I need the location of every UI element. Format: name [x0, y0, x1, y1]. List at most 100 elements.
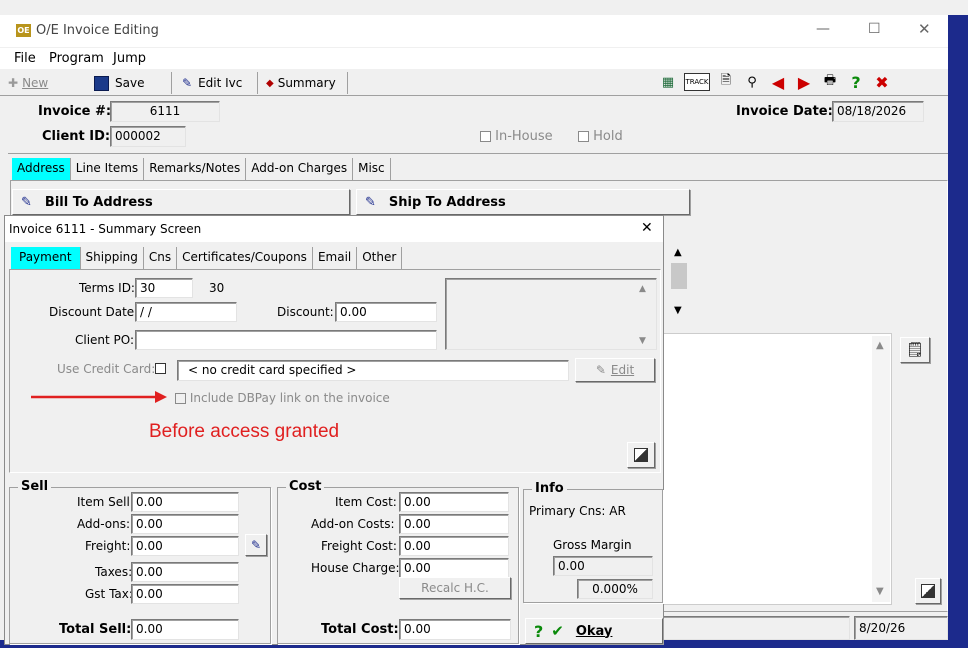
- payment-expand-button[interactable]: [627, 442, 655, 468]
- tab-remarks-notes[interactable]: Remarks/Notes: [144, 158, 247, 180]
- help-icon[interactable]: ?: [846, 73, 866, 92]
- credit-card-edit-button[interactable]: ✎ Edit: [575, 358, 655, 382]
- minimize-button[interactable]: —: [816, 21, 830, 37]
- terms-id-field[interactable]: 30: [135, 278, 193, 298]
- freight-edit-button[interactable]: ✎: [245, 534, 267, 556]
- menu-jump[interactable]: Jump: [113, 51, 146, 66]
- menu-file[interactable]: File: [14, 51, 36, 66]
- recalc-hc-button[interactable]: Recalc H.C.: [399, 577, 511, 599]
- right-arrow-icon[interactable]: ▶: [794, 73, 814, 92]
- freight-field[interactable]: 0.00: [131, 536, 239, 556]
- item-sell-field[interactable]: 0.00: [131, 492, 239, 512]
- edit-ivc-button[interactable]: ✎ Edit Ivc: [178, 72, 258, 94]
- invoice-no-field[interactable]: 6111: [110, 101, 220, 122]
- notepad-icon: 🗒: [906, 342, 924, 358]
- tab-line-items[interactable]: Line Items: [70, 158, 145, 180]
- total-cost-field[interactable]: 0.00: [399, 619, 511, 640]
- barcode-track-icon[interactable]: TRACK: [684, 73, 710, 91]
- okay-button[interactable]: ? ✔ Okay: [525, 618, 663, 644]
- menu-bar: File Program Jump: [0, 48, 968, 69]
- item-cost-field[interactable]: 0.00: [399, 492, 509, 512]
- tab-address[interactable]: Address: [12, 158, 71, 180]
- diamond-icon: ◆: [266, 77, 274, 89]
- tab-certificates-coupons[interactable]: Certificates/Coupons: [177, 247, 313, 269]
- terms-description: 30: [209, 281, 225, 295]
- document-icon[interactable]: 🗎: [716, 73, 736, 91]
- tab-email[interactable]: Email: [312, 247, 358, 269]
- check-icon: ✔: [551, 622, 564, 640]
- freight-cost-field[interactable]: 0.00: [399, 536, 509, 556]
- info-group-title: Info: [532, 481, 567, 496]
- dbpay-checkbox[interactable]: Include DBPay link on the invoice: [175, 391, 390, 405]
- status-field: [662, 616, 850, 640]
- credit-card-field[interactable]: < no credit card specified >: [177, 360, 569, 381]
- addons-field[interactable]: 0.00: [131, 514, 239, 534]
- taxes-field[interactable]: 0.00: [131, 562, 239, 582]
- ship-to-address-button[interactable]: ✎ Ship To Address: [356, 189, 690, 215]
- scroll-down-icon[interactable]: ▼: [876, 586, 884, 597]
- bill-to-address-button[interactable]: ✎ Bill To Address: [12, 189, 350, 215]
- checkbox-box: [480, 131, 491, 142]
- discount-field[interactable]: 0.00: [335, 302, 437, 322]
- notes-expand-button[interactable]: [915, 578, 941, 604]
- ship-to-scrollbar[interactable]: ▲ ▼: [668, 243, 690, 323]
- scroll-down-icon[interactable]: ▼: [639, 336, 646, 346]
- checkbox-box: [578, 131, 589, 142]
- notes-edit-button[interactable]: 🗒: [900, 337, 930, 363]
- summary-button[interactable]: ◆ Summary: [262, 72, 348, 94]
- primary-cns: Primary Cns: AR: [529, 504, 626, 518]
- summary-close-button[interactable]: ✕: [641, 220, 653, 236]
- new-button[interactable]: ✚ New: [8, 73, 86, 93]
- scroll-up-icon[interactable]: ▲: [876, 340, 884, 351]
- scroll-thumb[interactable]: [671, 263, 687, 289]
- scroll-up-icon[interactable]: ▲: [674, 247, 682, 258]
- window-title: O/E Invoice Editing: [36, 23, 159, 38]
- tab-payment[interactable]: Payment: [11, 247, 81, 269]
- client-po-field[interactable]: [135, 330, 437, 350]
- use-credit-card-label: Use Credit Card:: [57, 362, 156, 376]
- window-edge: [948, 15, 968, 648]
- notes-scrollbar[interactable]: ▲ ▼: [872, 336, 890, 602]
- left-arrow-icon[interactable]: ◀: [768, 73, 788, 92]
- total-sell-field[interactable]: 0.00: [131, 619, 239, 640]
- status-date-field: 8/20/26: [854, 616, 948, 640]
- scroll-down-icon[interactable]: ▼: [674, 305, 682, 316]
- hold-checkbox[interactable]: Hold: [578, 129, 623, 144]
- menu-program[interactable]: Program: [49, 51, 104, 66]
- discount-date-field[interactable]: / /: [135, 302, 237, 322]
- print-icon[interactable]: 🖶: [820, 73, 840, 91]
- freight-cost-label: Freight Cost:: [321, 539, 397, 553]
- invoice-date-field[interactable]: 08/18/2026: [832, 101, 924, 122]
- notes-area[interactable]: [662, 333, 892, 605]
- checkbox-box: [175, 393, 186, 404]
- annotation-text: Before access granted: [149, 421, 340, 442]
- total-cost-label: Total Cost:: [321, 622, 399, 637]
- tab-shipping[interactable]: Shipping: [80, 247, 144, 269]
- save-button[interactable]: Save: [90, 72, 172, 94]
- addon-costs-label: Add-on Costs:: [311, 517, 395, 531]
- item-sell-label: Item Sell:: [77, 495, 134, 509]
- gst-tax-field[interactable]: 0.00: [131, 584, 239, 604]
- tab-cns[interactable]: Cns: [143, 247, 178, 269]
- search-icon[interactable]: ⚲: [742, 73, 762, 91]
- window-close-button[interactable]: ✕: [918, 20, 931, 38]
- sell-group-title: Sell: [18, 479, 52, 494]
- summary-dialog: Invoice 6111 - Summary Screen ✕ Payment …: [4, 215, 664, 645]
- tab-other[interactable]: Other: [357, 247, 403, 269]
- house-charge-field[interactable]: 0.00: [399, 558, 509, 578]
- maximize-button[interactable]: ☐: [868, 21, 881, 37]
- in-house-checkbox[interactable]: In-House: [480, 129, 553, 144]
- right-toolbar: ▦ TRACK 🗎 ⚲ ◀ ▶ 🖶 ? ✖: [658, 73, 948, 93]
- tab-add-on-charges[interactable]: Add-on Charges: [246, 158, 354, 180]
- use-credit-card-checkbox[interactable]: [155, 363, 166, 374]
- scroll-up-icon[interactable]: ▲: [639, 284, 646, 294]
- pen-icon: ✎: [250, 538, 262, 552]
- addon-costs-field[interactable]: 0.00: [399, 514, 509, 534]
- payment-notes-box[interactable]: [445, 278, 657, 350]
- annotation-arrow: [31, 391, 167, 403]
- calculator-icon[interactable]: ▦: [658, 73, 678, 91]
- client-id-field[interactable]: 000002: [110, 126, 186, 147]
- plus-icon: ✚: [8, 76, 19, 90]
- tab-misc[interactable]: Misc: [353, 158, 391, 180]
- close-icon[interactable]: ✖: [872, 73, 892, 92]
